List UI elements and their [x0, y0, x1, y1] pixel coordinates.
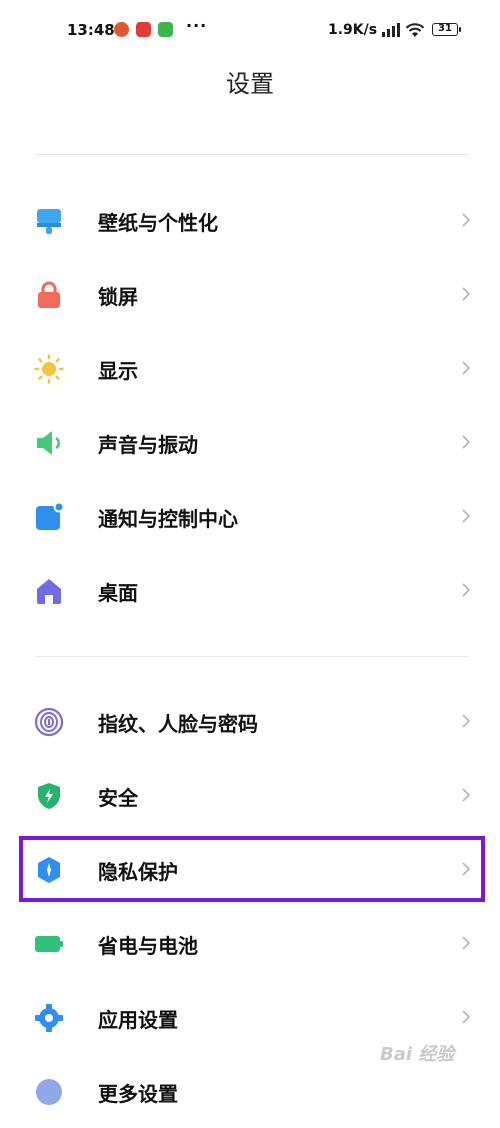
- battery-indicator: 31: [432, 23, 461, 36]
- gear-icon: [35, 1004, 63, 1032]
- home-icon: [37, 579, 61, 604]
- settings-item-label: 省电与电池: [98, 934, 198, 958]
- message-notification-icon: [158, 22, 173, 37]
- app-notification-icon: [114, 22, 129, 37]
- status-bar: 13:48 ··· 1.9K/s 31: [0, 0, 500, 60]
- settings-item-desktop[interactable]: 桌面: [0, 553, 500, 627]
- more-settings-icon: [36, 1079, 62, 1105]
- highlight-box: [19, 836, 485, 902]
- settings-item-label: 声音与振动: [98, 433, 198, 457]
- battery-icon: [35, 936, 63, 952]
- settings-item-display[interactable]: 显示: [0, 331, 500, 405]
- divider: [36, 154, 468, 155]
- wifi-icon: [405, 23, 425, 37]
- page-title: 设置: [226, 70, 274, 98]
- wallpaper-icon: [37, 209, 61, 234]
- network-speed: 1.9K/s: [328, 22, 378, 38]
- settings-item-security[interactable]: 安全: [0, 758, 500, 832]
- watermark: Bai 经验: [380, 1044, 455, 1065]
- settings-item-battery[interactable]: 省电与电池: [0, 906, 500, 980]
- settings-item-fingerprint[interactable]: 指纹、人脸与密码: [0, 684, 500, 758]
- settings-item-label: 通知与控制中心: [98, 507, 238, 531]
- settings-item-label: 壁纸与个性化: [98, 211, 218, 235]
- chevron-right-icon: [462, 287, 471, 301]
- settings-item-notifications[interactable]: 通知与控制中心: [0, 479, 500, 553]
- settings-item-label: 应用设置: [98, 1008, 178, 1032]
- signal-icon: [382, 23, 400, 37]
- settings-item-label: 桌面: [98, 581, 138, 605]
- more-notifications-icon: ···: [186, 16, 208, 35]
- status-time: 13:48: [67, 21, 115, 39]
- chevron-right-icon: [462, 936, 471, 950]
- divider: [36, 656, 468, 657]
- settings-item-lockscreen[interactable]: 锁屏: [0, 257, 500, 331]
- settings-item-label: 安全: [98, 786, 138, 810]
- notification-icon: [36, 502, 64, 530]
- chevron-right-icon: [462, 435, 471, 449]
- speaker-icon: [37, 431, 60, 455]
- settings-item-sound[interactable]: 声音与振动: [0, 405, 500, 479]
- chevron-right-icon: [462, 788, 471, 802]
- news-notification-icon: [136, 22, 151, 37]
- fingerprint-icon: [34, 707, 64, 737]
- lock-icon: [38, 281, 60, 308]
- settings-item-label: 显示: [98, 359, 138, 383]
- chevron-right-icon: [462, 213, 471, 227]
- chevron-right-icon: [462, 714, 471, 728]
- chevron-right-icon: [462, 1010, 471, 1024]
- shield-icon: [38, 783, 60, 809]
- chevron-right-icon: [462, 509, 471, 523]
- settings-item-label: 指纹、人脸与密码: [98, 712, 258, 736]
- sun-icon: [34, 354, 64, 384]
- settings-item-label: 锁屏: [98, 285, 138, 309]
- settings-item-label: 更多设置: [98, 1082, 178, 1106]
- settings-item-wallpaper[interactable]: 壁纸与个性化: [0, 183, 500, 257]
- chevron-right-icon: [462, 361, 471, 375]
- chevron-right-icon: [462, 583, 471, 597]
